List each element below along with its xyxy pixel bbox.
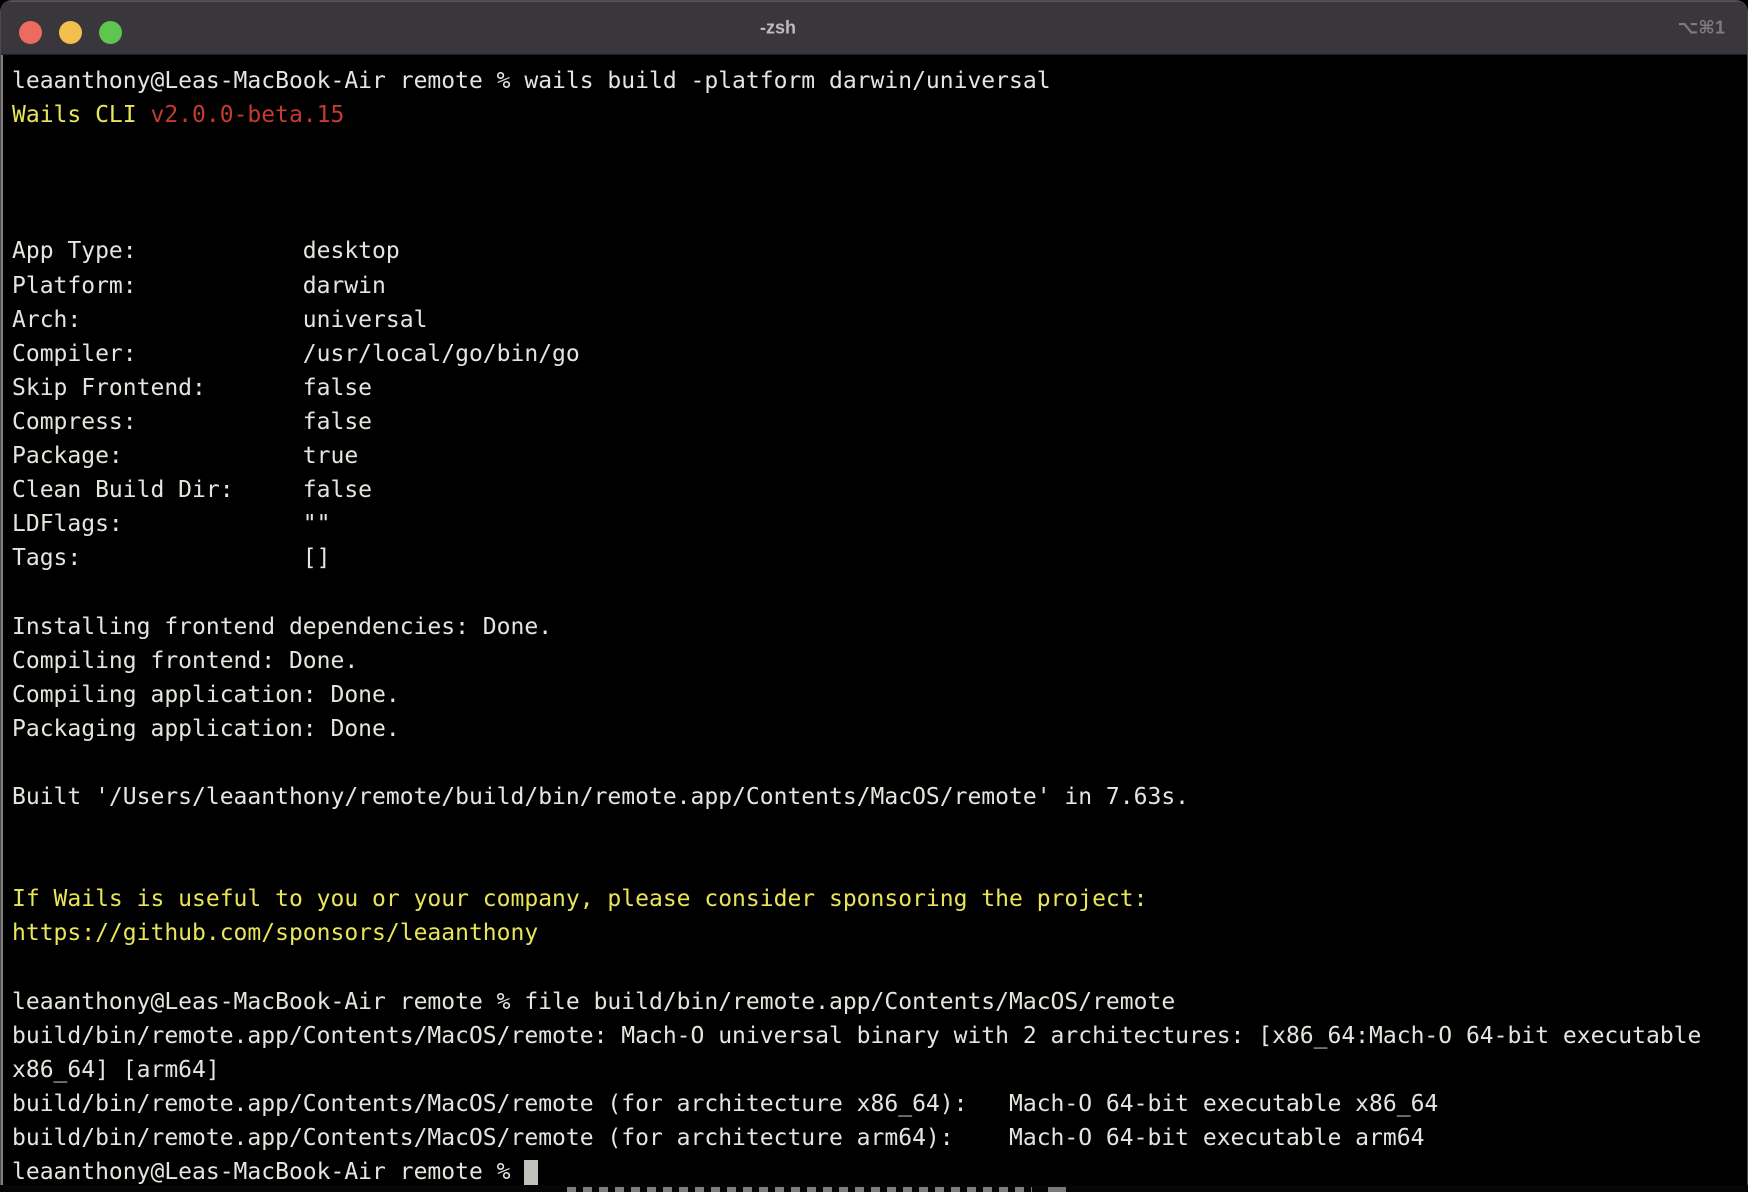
terminal-line: Package: true: [12, 439, 1747, 473]
zoom-button[interactable]: [99, 21, 122, 44]
background-window-sliver: [0, 1184, 1748, 1192]
terminal-text: Arch: universal: [12, 307, 427, 333]
terminal-line: https://github.com/sponsors/leaanthony: [12, 916, 1747, 950]
terminal-line: leaanthony@Leas-MacBook-Air remote % fil…: [12, 985, 1747, 1019]
terminal-text: build/bin/remote.app/Contents/MacOS/remo…: [12, 1023, 1701, 1049]
terminal-line: [12, 132, 1747, 166]
terminal-line: [12, 575, 1747, 609]
terminal-line: build/bin/remote.app/Contents/MacOS/remo…: [12, 1019, 1747, 1053]
terminal-line: leaanthony@Leas-MacBook-Air remote % wai…: [12, 64, 1747, 98]
terminal-line: Wails CLI v2.0.0-beta.15: [12, 98, 1747, 132]
terminal-text: Compiling application: Done.: [12, 682, 400, 708]
terminal-line: [12, 848, 1747, 882]
terminal-text: Built '/Users/leaanthony/remote/build/bi…: [12, 784, 1189, 810]
terminal-text: Wails CLI: [12, 102, 150, 128]
terminal-line: Compiler: /usr/local/go/bin/go: [12, 337, 1747, 371]
window-title: -zsh: [760, 17, 796, 38]
terminal-line: leaanthony@Leas-MacBook-Air remote %: [12, 1155, 1747, 1185]
terminal-text: x86_64] [arm64]: [12, 1057, 220, 1083]
terminal-text: v2.0.0-beta.15: [150, 102, 344, 128]
background-text-fragment: [1048, 1187, 1066, 1192]
terminal-text: Compiler: /usr/local/go/bin/go: [12, 341, 580, 367]
terminal-line: build/bin/remote.app/Contents/MacOS/remo…: [12, 1121, 1747, 1155]
terminal-line: App Type: desktop: [12, 234, 1747, 268]
terminal-line: Packaging application: Done.: [12, 712, 1747, 746]
terminal-line: Compiling frontend: Done.: [12, 644, 1747, 678]
terminal-line: Compress: false: [12, 405, 1747, 439]
terminal-text: Compiling frontend: Done.: [12, 648, 358, 674]
terminal-line: [12, 200, 1747, 234]
terminal-screen[interactable]: leaanthony@Leas-MacBook-Air remote % wai…: [1, 55, 1747, 1185]
terminal-text: leaanthony@Leas-MacBook-Air remote % fil…: [12, 989, 1175, 1015]
terminal-text: LDFlags: "": [12, 511, 331, 537]
background-text-fragments: [567, 1187, 1032, 1192]
terminal-line: x86_64] [arm64]: [12, 1053, 1747, 1087]
terminal-cursor: [524, 1160, 538, 1185]
terminal-text: leaanthony@Leas-MacBook-Air remote %: [12, 1159, 524, 1185]
terminal-line: [12, 166, 1747, 200]
terminal-line: Tags: []: [12, 541, 1747, 575]
terminal-line: Arch: universal: [12, 303, 1747, 337]
terminal-line: Skip Frontend: false: [12, 371, 1747, 405]
terminal-text: build/bin/remote.app/Contents/MacOS/remo…: [12, 1125, 1424, 1151]
terminal-line: [12, 814, 1747, 848]
terminal-text: Clean Build Dir: false: [12, 477, 372, 503]
terminal-text: If Wails is useful to you or your compan…: [12, 886, 1147, 912]
traffic-lights: [19, 21, 122, 44]
terminal-line: [12, 746, 1747, 780]
terminal-line: If Wails is useful to you or your compan…: [12, 882, 1747, 916]
terminal-text: Compress: false: [12, 409, 372, 435]
terminal-text: Packaging application: Done.: [12, 716, 400, 742]
window-shortcut-badge: ⌥⌘1: [1678, 17, 1725, 38]
terminal-line: Platform: darwin: [12, 269, 1747, 303]
terminal-line: LDFlags: "": [12, 507, 1747, 541]
terminal-text: Installing frontend dependencies: Done.: [12, 614, 552, 640]
terminal-window: -zsh ⌥⌘1 leaanthony@Leas-MacBook-Air rem…: [0, 0, 1748, 1185]
terminal-line: build/bin/remote.app/Contents/MacOS/remo…: [12, 1087, 1747, 1121]
terminal-line: Installing frontend dependencies: Done.: [12, 610, 1747, 644]
terminal-line: Compiling application: Done.: [12, 678, 1747, 712]
terminal-line: [12, 950, 1747, 984]
terminal-line: Built '/Users/leaanthony/remote/build/bi…: [12, 780, 1747, 814]
window-titlebar[interactable]: -zsh ⌥⌘1: [1, 1, 1747, 55]
terminal-text: https://github.com/sponsors/leaanthony: [12, 920, 538, 946]
close-button[interactable]: [19, 21, 42, 44]
terminal-text: Package: true: [12, 443, 358, 469]
terminal-text: leaanthony@Leas-MacBook-Air remote % wai…: [12, 68, 1051, 94]
terminal-text: App Type: desktop: [12, 238, 400, 264]
terminal-text: Platform: darwin: [12, 273, 386, 299]
terminal-text: Tags: []: [12, 545, 331, 571]
terminal-text: Skip Frontend: false: [12, 375, 372, 401]
minimize-button[interactable]: [59, 21, 82, 44]
terminal-text: build/bin/remote.app/Contents/MacOS/remo…: [12, 1091, 1438, 1117]
terminal-line: Clean Build Dir: false: [12, 473, 1747, 507]
